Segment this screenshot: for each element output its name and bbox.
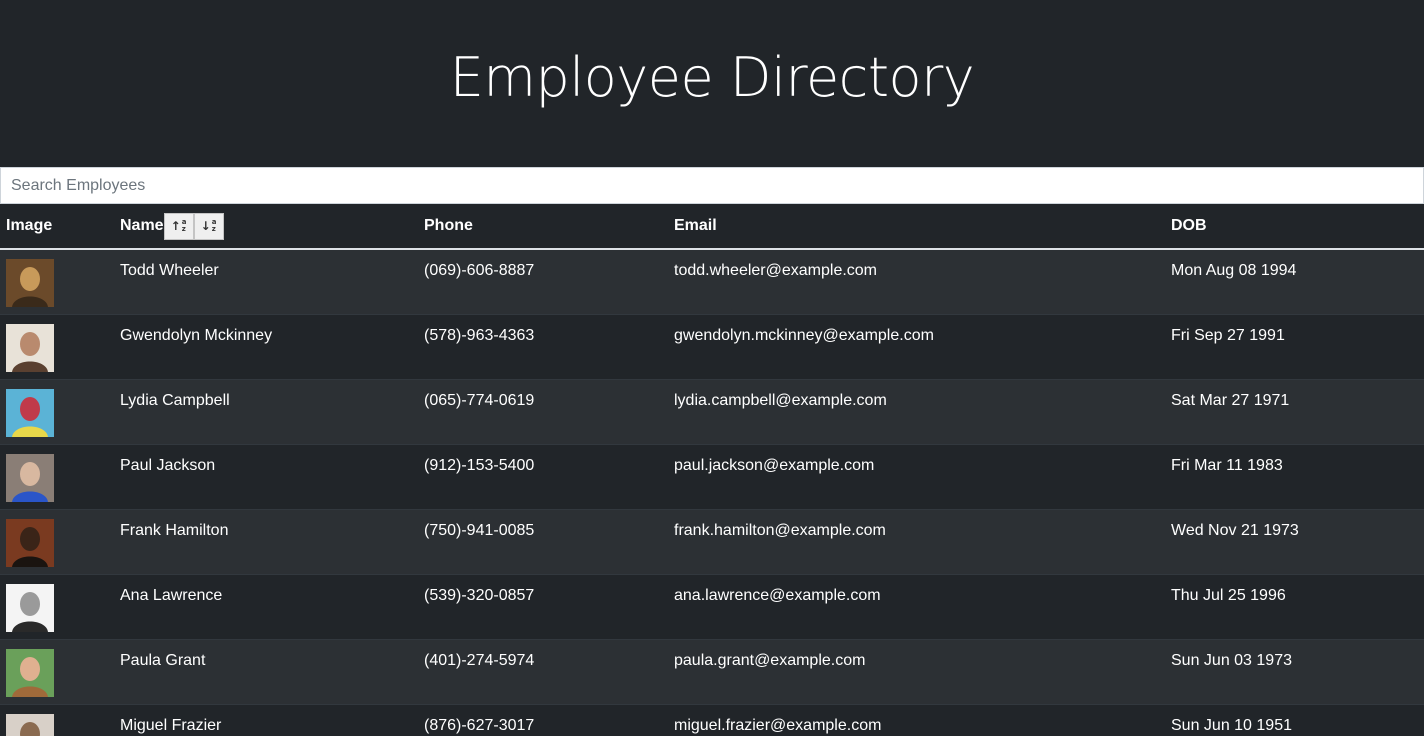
employee-email: miguel.frazier@example.com	[674, 716, 882, 734]
employee-name: Paula Grant	[120, 651, 206, 669]
employee-phone: (065)-774-0619	[424, 391, 535, 409]
table-row: Paula Grant (401)-274-5974 paula.grant@exa…	[0, 639, 1424, 704]
table-row: Paul Jackson (912)-153-5400 paul.jackson@e…	[0, 444, 1424, 509]
avatar-cell	[0, 574, 114, 639]
table-header: Image Name ↑ a z ↓ a z Phone Email DOB	[0, 204, 1424, 250]
employee-dob: Sun Jun 10 1951	[1171, 716, 1292, 734]
avatar	[6, 323, 54, 372]
employee-dob: Sat Mar 27 1971	[1171, 391, 1290, 409]
column-header-phone: Phone	[418, 204, 668, 250]
column-header-name: Name ↑ a z ↓ a z	[114, 204, 418, 250]
page-title: Employee Directory	[449, 46, 975, 109]
employee-name: Paul Jackson	[120, 456, 216, 474]
employee-name: Lydia Campbell	[120, 391, 230, 409]
avatar	[6, 453, 54, 502]
avatar-cell	[0, 379, 114, 444]
employee-phone: (578)-963-4363	[424, 326, 535, 344]
employee-email: lydia.campbell@example.com	[674, 391, 887, 409]
avatar-cell	[0, 639, 114, 704]
employee-name: Frank Hamilton	[120, 521, 229, 539]
employee-phone: (401)-274-5974	[424, 651, 535, 669]
avatar-cell	[0, 249, 114, 314]
table-row: Lydia Campbell (065)-774-0619 lydia.campbe…	[0, 379, 1424, 444]
employee-email: gwendolyn.mckinney@example.com	[674, 326, 934, 344]
employee-email: ana.lawrence@example.com	[674, 586, 881, 604]
sort-descending-button[interactable]: ↓ a z	[193, 212, 224, 240]
employee-phone: (750)-941-0085	[424, 521, 535, 539]
employee-name: Gwendolyn Mckinney	[120, 326, 273, 344]
sort-descending-icon: ↓	[200, 219, 211, 233]
avatar-cell	[0, 509, 114, 574]
table-row: Frank Hamilton (750)-941-0085 frank.hamilt…	[0, 509, 1424, 574]
employee-dob: Mon Aug 08 1994	[1171, 262, 1297, 279]
employee-email: paula.grant@example.com	[674, 651, 866, 669]
employee-dob: Thu Jul 25 1996	[1171, 586, 1286, 604]
employee-name: Todd Wheeler	[120, 262, 219, 279]
avatar	[6, 583, 54, 632]
column-header-email: Email	[668, 204, 1165, 250]
table-row: Todd Wheeler (069)-606-8887 todd.wheeler@e…	[0, 249, 1424, 314]
search-bar	[0, 167, 1424, 204]
column-header-name-label: Name	[120, 217, 164, 234]
employee-dob: Fri Mar 11 1983	[1171, 456, 1283, 474]
employee-name: Ana Lawrence	[120, 586, 223, 604]
avatar	[6, 713, 54, 736]
sort-ascending-button[interactable]: ↑ a z	[163, 212, 194, 240]
avatar	[6, 388, 54, 437]
employee-phone: (876)-627-3017	[424, 716, 535, 734]
employee-dob: Wed Nov 21 1973	[1171, 521, 1299, 539]
avatar-cell	[0, 704, 114, 736]
employee-name: Miguel Frazier	[120, 716, 222, 734]
employee-phone: (539)-320-0857	[424, 586, 535, 604]
table-row: Ana Lawrence (539)-320-0857 ana.lawrence@e…	[0, 574, 1424, 639]
employee-email: todd.wheeler@example.com	[674, 262, 878, 279]
employee-table: Image Name ↑ a z ↓ a z Phone Email DOB Todd …	[0, 204, 1424, 736]
page-header: Employee Directory	[0, 0, 1424, 167]
avatar	[6, 648, 54, 697]
employee-dob: Fri Sep 27 1991	[1171, 326, 1285, 344]
table-row: Miguel Frazier (876)-627-3017 miguel.frazi…	[0, 704, 1424, 736]
employee-dob: Sun Jun 03 1973	[1171, 651, 1292, 669]
employee-email: frank.hamilton@example.com	[674, 521, 886, 539]
employee-phone: (912)-153-5400	[424, 456, 535, 474]
column-header-dob: DOB	[1165, 204, 1424, 250]
employee-email: paul.jackson@example.com	[674, 456, 875, 474]
search-input[interactable]	[1, 168, 1423, 203]
avatar	[6, 518, 54, 567]
employee-phone: (069)-606-8887	[424, 262, 535, 279]
avatar	[6, 259, 54, 307]
sort-ascending-icon: ↑	[170, 219, 181, 233]
table-row: Gwendolyn Mckinney (578)-963-4363 gwendoly…	[0, 314, 1424, 379]
avatar-cell	[0, 444, 114, 509]
avatar-cell	[0, 314, 114, 379]
table-body: Todd Wheeler (069)-606-8887 todd.wheeler@e…	[0, 249, 1424, 736]
column-header-image: Image	[0, 204, 114, 250]
